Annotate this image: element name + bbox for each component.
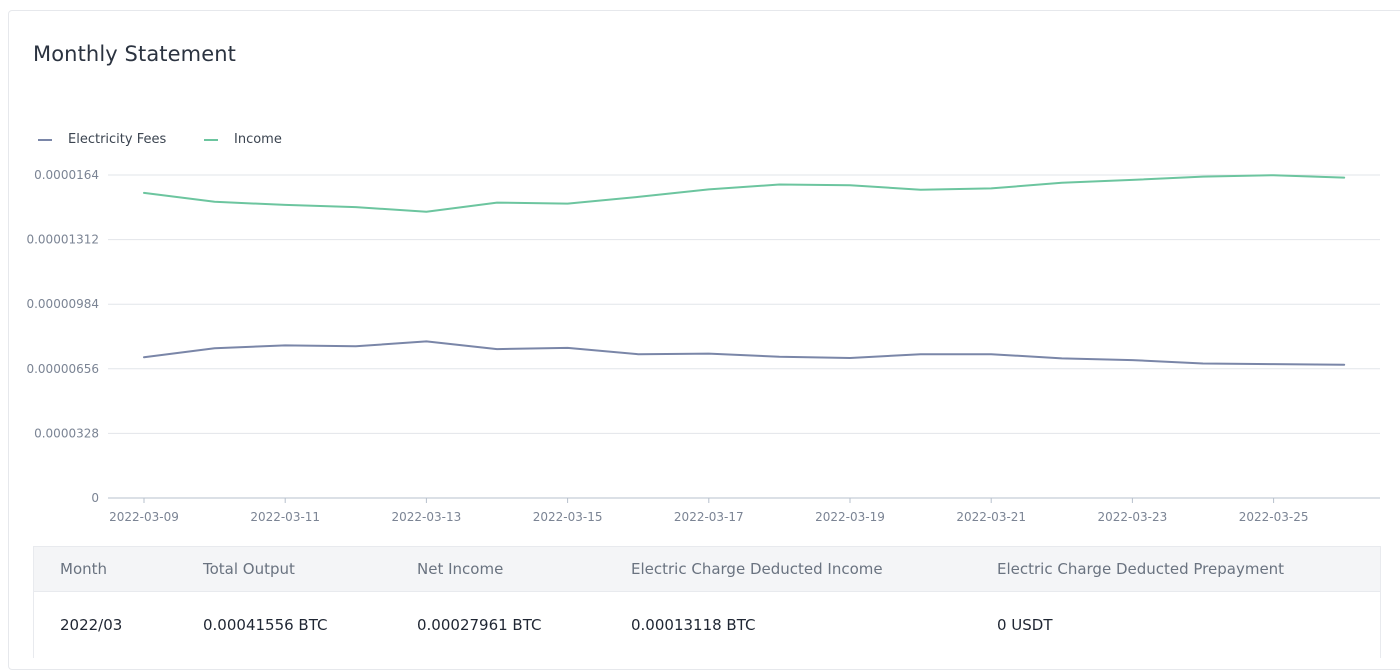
statement-table: Month Total Output Net Income Electric C…: [33, 546, 1381, 658]
x-tick-label: 2022-03-13: [392, 510, 462, 524]
x-tick-label: 2022-03-09: [109, 510, 179, 524]
header-total-output: Total Output: [203, 560, 295, 578]
x-tick-label: 2022-03-19: [815, 510, 885, 524]
table-header-row: Month Total Output Net Income Electric C…: [34, 547, 1380, 592]
cell-deducted-income: 0.00013118 BTC: [631, 616, 756, 634]
table-row: 2022/03 0.00041556 BTC 0.00027961 BTC 0.…: [34, 592, 1380, 658]
electricity-fees-line: [143, 340, 1346, 366]
x-tick-label: 2022-03-23: [1098, 510, 1168, 524]
x-tick-label: 2022-03-21: [956, 510, 1026, 524]
y-tick-label: 0.00001312: [26, 233, 99, 247]
header-net-income: Net Income: [417, 560, 504, 578]
y-tick-label: 0.00000984: [26, 297, 99, 311]
x-tick-label: 2022-03-25: [1239, 510, 1309, 524]
y-tick-label: 0.0000328: [34, 426, 99, 440]
x-tick-label: 2022-03-17: [674, 510, 744, 524]
y-tick-label: 0: [91, 491, 99, 505]
header-deducted-income: Electric Charge Deducted Income: [631, 560, 883, 578]
header-deducted-prepayment: Electric Charge Deducted Prepayment: [997, 560, 1285, 578]
y-tick-label: 0.0000164: [34, 168, 99, 182]
income-line: [143, 174, 1346, 213]
x-tick-label: 2022-03-15: [533, 510, 603, 524]
cell-deducted-prepayment: 0 USDT: [997, 616, 1053, 634]
cell-net-income: 0.00027961 BTC: [417, 616, 542, 634]
cell-month: 2022/03: [60, 616, 123, 634]
x-tick-label: 2022-03-11: [250, 510, 320, 524]
header-month: Month: [60, 560, 108, 578]
line-chart: 0 0.0000328 0.00000656 0.00000984 0.00001312…: [26, 168, 1380, 524]
cell-total-output: 0.00041556 BTC: [203, 616, 328, 634]
y-tick-label: 0.00000656: [26, 362, 99, 376]
